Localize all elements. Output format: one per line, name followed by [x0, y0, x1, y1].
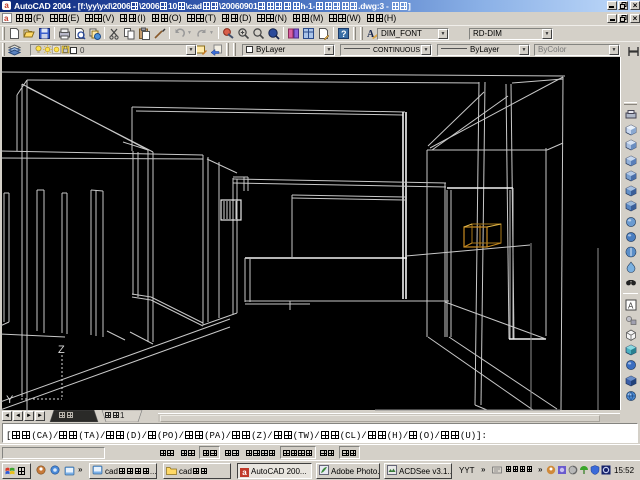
svg-text:Z: Z	[58, 344, 65, 356]
svg-text:Y: Y	[6, 394, 14, 406]
